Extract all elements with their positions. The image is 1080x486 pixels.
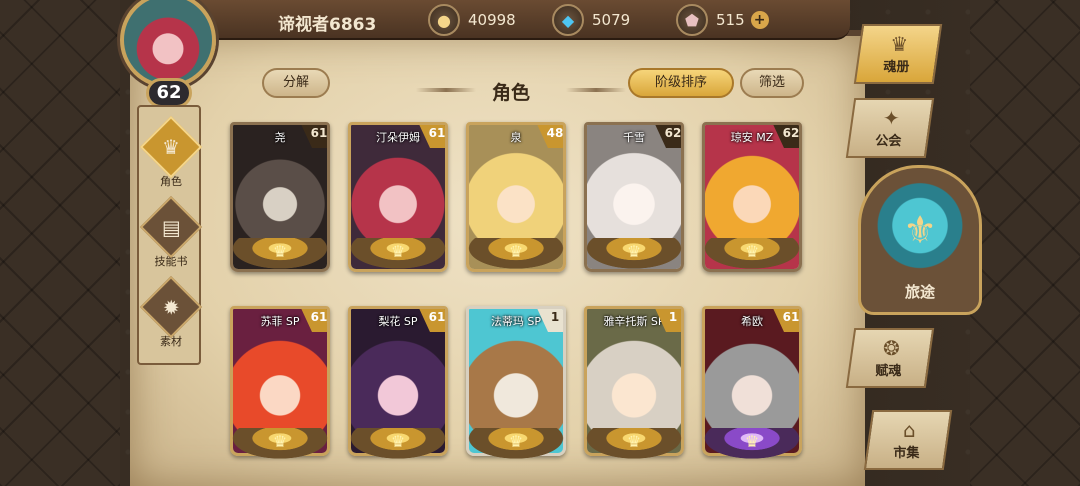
rank-crest-icon: ♛: [225, 428, 335, 462]
rank-crest-icon: ♛: [697, 428, 807, 462]
add-soul-gem-button[interactable]: +: [750, 11, 769, 29]
market-icon: ⌂: [903, 418, 916, 442]
sidebar-item-characters[interactable]: ♛ 角色: [139, 115, 203, 189]
crystal-value: 5079: [592, 11, 631, 29]
left-border-pattern: [0, 0, 120, 486]
soul-book-icon: ♛: [890, 32, 909, 56]
nav-market[interactable]: ⌂ 市集: [863, 410, 953, 470]
player-avatar-frame[interactable]: 62: [116, 0, 220, 108]
sidebar-item-materials[interactable]: ✹ 素材: [139, 275, 203, 349]
rank-crest-icon: ♛: [343, 238, 453, 272]
guild-icon: ✦: [883, 106, 900, 130]
rank-crest-icon: ♛: [579, 428, 689, 462]
skill-book-icon: ▤: [139, 195, 203, 259]
rank-crest-icon: ♛: [461, 428, 571, 462]
nav-label: 市集: [893, 446, 920, 461]
blue-crystal-icon: ◆: [552, 4, 584, 36]
rank-crest-icon: ♛: [343, 428, 453, 462]
endow-soul-icon: ❂: [883, 336, 900, 360]
nav-guild[interactable]: ✦ 公会: [845, 98, 935, 158]
rank-crest-icon: ♛: [461, 238, 571, 272]
nav-journey[interactable]: ⚜ 旅途: [858, 165, 982, 315]
nav-soul-book[interactable]: ♛ 魂册: [853, 24, 943, 84]
soul-gem-icon: ⬟: [676, 4, 708, 36]
filter-button[interactable]: 筛选: [740, 68, 804, 98]
material-icon: ✹: [139, 275, 203, 339]
currency-soul-gem[interactable]: ⬟ 515 +: [676, 4, 769, 36]
rank-crest-icon: ♛: [697, 238, 807, 272]
sidebar-item-skill-books[interactable]: ▤ 技能书: [139, 195, 203, 269]
page-title: 角色: [491, 82, 530, 104]
player-name: 谛视者6863: [278, 15, 377, 35]
currency-gold[interactable]: ● 40998: [428, 4, 516, 36]
nav-label: 旅途: [904, 283, 935, 301]
decompose-button[interactable]: 分解: [262, 68, 330, 98]
left-sidebar: ♛ 角色 ▤ 技能书 ✹ 素材: [137, 105, 203, 365]
nav-label: 魂册: [883, 60, 910, 75]
avatar: [120, 0, 216, 88]
player-level-badge: 62: [146, 78, 192, 108]
nav-label: 赋魂: [875, 364, 902, 379]
sort-by-rank-button[interactable]: 阶级排序: [628, 68, 734, 98]
title-ornament-right: [566, 88, 626, 92]
rank-crest-icon: ♛: [225, 238, 335, 272]
right-border-pattern: [970, 0, 1080, 486]
soul-gem-value: 515: [716, 11, 745, 29]
currency-crystal[interactable]: ◆ 5079: [552, 4, 630, 36]
gold-coin-icon: ●: [428, 4, 460, 36]
rank-crest-icon: ♛: [579, 238, 689, 272]
nav-endow-soul[interactable]: ❂ 赋魂: [845, 328, 935, 388]
nav-label: 公会: [875, 134, 902, 149]
character-icon: ♛: [139, 115, 203, 179]
journey-icon: ⚜: [902, 208, 938, 252]
gold-value: 40998: [468, 11, 516, 29]
